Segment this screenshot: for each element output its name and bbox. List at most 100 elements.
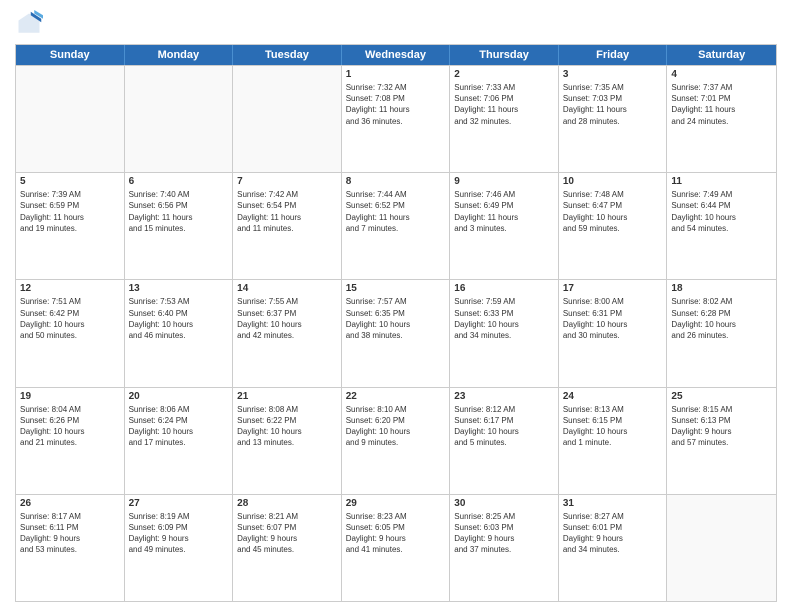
weekday-header-thursday: Thursday <box>450 45 559 65</box>
day-number: 12 <box>20 283 120 294</box>
day-number: 28 <box>237 498 337 509</box>
cell-text: Sunrise: 8:25 AM Sunset: 6:03 PM Dayligh… <box>454 511 554 556</box>
calendar-cell: 3 Sunrise: 7:35 AM Sunset: 7:03 PM Daylig… <box>559 66 668 172</box>
cell-text: Sunrise: 7:39 AM Sunset: 6:59 PM Dayligh… <box>20 189 120 234</box>
cell-text: Sunrise: 8:10 AM Sunset: 6:20 PM Dayligh… <box>346 404 446 449</box>
day-number: 6 <box>129 176 229 187</box>
calendar-cell: 26 Sunrise: 8:17 AM Sunset: 6:11 PM Dayli… <box>16 495 125 601</box>
cell-text: Sunrise: 7:33 AM Sunset: 7:06 PM Dayligh… <box>454 82 554 127</box>
cell-text: Sunrise: 7:55 AM Sunset: 6:37 PM Dayligh… <box>237 296 337 341</box>
cell-text: Sunrise: 7:53 AM Sunset: 6:40 PM Dayligh… <box>129 296 229 341</box>
calendar-cell: 8 Sunrise: 7:44 AM Sunset: 6:52 PM Daylig… <box>342 173 451 279</box>
calendar-cell: 4 Sunrise: 7:37 AM Sunset: 7:01 PM Daylig… <box>667 66 776 172</box>
calendar-header: SundayMondayTuesdayWednesdayThursdayFrid… <box>16 45 776 65</box>
calendar: SundayMondayTuesdayWednesdayThursdayFrid… <box>15 44 777 602</box>
calendar-cell: 18Sunrise: 8:02 AM Sunset: 6:28 PM Dayli… <box>667 280 776 386</box>
calendar-cell: 25 Sunrise: 8:15 AM Sunset: 6:13 PM Dayli… <box>667 388 776 494</box>
day-number: 25 <box>671 391 772 402</box>
calendar-cell <box>667 495 776 601</box>
day-number: 31 <box>563 498 663 509</box>
cell-text: Sunrise: 7:57 AM Sunset: 6:35 PM Dayligh… <box>346 296 446 341</box>
day-number: 2 <box>454 69 554 80</box>
calendar-row-5: 26 Sunrise: 8:17 AM Sunset: 6:11 PM Dayli… <box>16 494 776 601</box>
day-number: 16 <box>454 283 554 294</box>
cell-text: Sunrise: 8:19 AM Sunset: 6:09 PM Dayligh… <box>129 511 229 556</box>
cell-text: Sunrise: 7:35 AM Sunset: 7:03 PM Dayligh… <box>563 82 663 127</box>
cell-text: Sunrise: 7:48 AM Sunset: 6:47 PM Dayligh… <box>563 189 663 234</box>
cell-text: Sunrise: 8:00 AM Sunset: 6:31 PM Dayligh… <box>563 296 663 341</box>
calendar-row-4: 19 Sunrise: 8:04 AM Sunset: 6:26 PM Dayli… <box>16 387 776 494</box>
day-number: 1 <box>346 69 446 80</box>
calendar-row-1: 1 Sunrise: 7:32 AM Sunset: 7:08 PM Daylig… <box>16 65 776 172</box>
calendar-row-2: 5Sunrise: 7:39 AM Sunset: 6:59 PM Daylig… <box>16 172 776 279</box>
cell-text: Sunrise: 7:37 AM Sunset: 7:01 PM Dayligh… <box>671 82 772 127</box>
calendar-cell: 1 Sunrise: 7:32 AM Sunset: 7:08 PM Daylig… <box>342 66 451 172</box>
calendar-body: 1 Sunrise: 7:32 AM Sunset: 7:08 PM Daylig… <box>16 65 776 601</box>
cell-text: Sunrise: 7:51 AM Sunset: 6:42 PM Dayligh… <box>20 296 120 341</box>
calendar-cell: 24Sunrise: 8:13 AM Sunset: 6:15 PM Dayli… <box>559 388 668 494</box>
cell-text: Sunrise: 7:49 AM Sunset: 6:44 PM Dayligh… <box>671 189 772 234</box>
calendar-cell: 7 Sunrise: 7:42 AM Sunset: 6:54 PM Daylig… <box>233 173 342 279</box>
calendar-cell: 21 Sunrise: 8:08 AM Sunset: 6:22 PM Dayli… <box>233 388 342 494</box>
cell-text: Sunrise: 8:17 AM Sunset: 6:11 PM Dayligh… <box>20 511 120 556</box>
calendar-cell: 23 Sunrise: 8:12 AM Sunset: 6:17 PM Dayli… <box>450 388 559 494</box>
cell-text: Sunrise: 8:06 AM Sunset: 6:24 PM Dayligh… <box>129 404 229 449</box>
calendar-cell: 28 Sunrise: 8:21 AM Sunset: 6:07 PM Dayli… <box>233 495 342 601</box>
cell-text: Sunrise: 8:21 AM Sunset: 6:07 PM Dayligh… <box>237 511 337 556</box>
day-number: 8 <box>346 176 446 187</box>
calendar-cell: 12 Sunrise: 7:51 AM Sunset: 6:42 PM Dayli… <box>16 280 125 386</box>
day-number: 23 <box>454 391 554 402</box>
cell-text: Sunrise: 8:12 AM Sunset: 6:17 PM Dayligh… <box>454 404 554 449</box>
day-number: 22 <box>346 391 446 402</box>
day-number: 18 <box>671 283 772 294</box>
cell-text: Sunrise: 8:04 AM Sunset: 6:26 PM Dayligh… <box>20 404 120 449</box>
cell-text: Sunrise: 8:13 AM Sunset: 6:15 PM Dayligh… <box>563 404 663 449</box>
cell-text: Sunrise: 7:59 AM Sunset: 6:33 PM Dayligh… <box>454 296 554 341</box>
logo-icon <box>15 10 43 38</box>
day-number: 4 <box>671 69 772 80</box>
calendar-cell: 17 Sunrise: 8:00 AM Sunset: 6:31 PM Dayli… <box>559 280 668 386</box>
weekday-header-sunday: Sunday <box>16 45 125 65</box>
cell-text: Sunrise: 7:40 AM Sunset: 6:56 PM Dayligh… <box>129 189 229 234</box>
cell-text: Sunrise: 8:08 AM Sunset: 6:22 PM Dayligh… <box>237 404 337 449</box>
day-number: 30 <box>454 498 554 509</box>
day-number: 15 <box>346 283 446 294</box>
day-number: 29 <box>346 498 446 509</box>
cell-text: Sunrise: 7:42 AM Sunset: 6:54 PM Dayligh… <box>237 189 337 234</box>
calendar-cell <box>16 66 125 172</box>
weekday-header-monday: Monday <box>125 45 234 65</box>
weekday-header-friday: Friday <box>559 45 668 65</box>
calendar-cell: 2 Sunrise: 7:33 AM Sunset: 7:06 PM Daylig… <box>450 66 559 172</box>
calendar-cell: 20Sunrise: 8:06 AM Sunset: 6:24 PM Dayli… <box>125 388 234 494</box>
cell-text: Sunrise: 7:46 AM Sunset: 6:49 PM Dayligh… <box>454 189 554 234</box>
day-number: 17 <box>563 283 663 294</box>
day-number: 26 <box>20 498 120 509</box>
cell-text: Sunrise: 7:32 AM Sunset: 7:08 PM Dayligh… <box>346 82 446 127</box>
cell-text: Sunrise: 7:44 AM Sunset: 6:52 PM Dayligh… <box>346 189 446 234</box>
calendar-cell: 13Sunrise: 7:53 AM Sunset: 6:40 PM Dayli… <box>125 280 234 386</box>
cell-text: Sunrise: 8:27 AM Sunset: 6:01 PM Dayligh… <box>563 511 663 556</box>
calendar-cell: 10 Sunrise: 7:48 AM Sunset: 6:47 PM Dayli… <box>559 173 668 279</box>
day-number: 7 <box>237 176 337 187</box>
day-number: 10 <box>563 176 663 187</box>
calendar-cell: 31 Sunrise: 8:27 AM Sunset: 6:01 PM Dayli… <box>559 495 668 601</box>
page: SundayMondayTuesdayWednesdayThursdayFrid… <box>0 0 792 612</box>
weekday-header-wednesday: Wednesday <box>342 45 451 65</box>
logo <box>15 10 47 38</box>
day-number: 21 <box>237 391 337 402</box>
calendar-cell <box>233 66 342 172</box>
weekday-header-saturday: Saturday <box>667 45 776 65</box>
calendar-cell: 30 Sunrise: 8:25 AM Sunset: 6:03 PM Dayli… <box>450 495 559 601</box>
calendar-cell: 27Sunrise: 8:19 AM Sunset: 6:09 PM Dayli… <box>125 495 234 601</box>
calendar-cell: 11 Sunrise: 7:49 AM Sunset: 6:44 PM Dayli… <box>667 173 776 279</box>
day-number: 14 <box>237 283 337 294</box>
day-number: 3 <box>563 69 663 80</box>
cell-text: Sunrise: 8:15 AM Sunset: 6:13 PM Dayligh… <box>671 404 772 449</box>
calendar-cell: 6 Sunrise: 7:40 AM Sunset: 6:56 PM Daylig… <box>125 173 234 279</box>
day-number: 19 <box>20 391 120 402</box>
header <box>15 10 777 38</box>
calendar-cell: 9Sunrise: 7:46 AM Sunset: 6:49 PM Daylig… <box>450 173 559 279</box>
day-number: 11 <box>671 176 772 187</box>
calendar-cell: 14 Sunrise: 7:55 AM Sunset: 6:37 PM Dayli… <box>233 280 342 386</box>
cell-text: Sunrise: 8:23 AM Sunset: 6:05 PM Dayligh… <box>346 511 446 556</box>
